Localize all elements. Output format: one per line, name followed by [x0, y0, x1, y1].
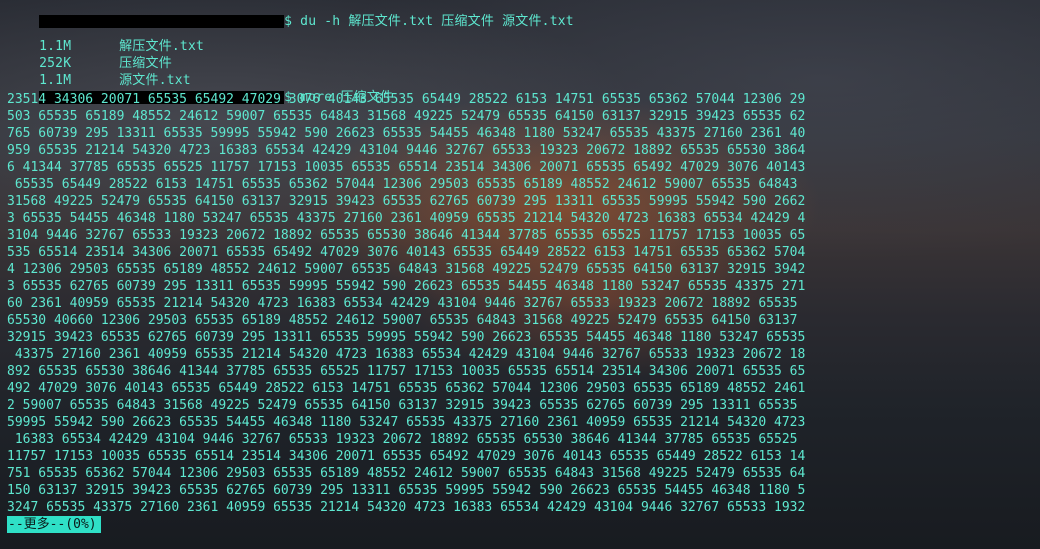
du-output-row: 1.1M 解压文件.txt [7, 21, 204, 54]
content-line: 60 2361 40959 65535 21214 54320 4723 163… [7, 296, 798, 311]
content-line: 31568 49225 52479 65535 64150 63137 3291… [7, 194, 806, 209]
content-line: 503 65535 65189 48552 24612 59007 65535 … [7, 109, 806, 124]
content-line: 6 41344 37785 65535 65525 11757 17153 10… [7, 160, 806, 175]
content-line: 16383 65534 42429 43104 9446 32767 65533… [7, 432, 798, 447]
content-line: 765 60739 295 13311 65535 59995 55942 59… [7, 126, 806, 141]
du-output-row: 252K 压缩文件 [7, 38, 172, 71]
pager-status-bar: --更多--(0%) [7, 516, 101, 533]
terminal-window[interactable]: $ du -h 解压文件.txt 压缩文件 源文件.txt 1.1M 解压文件.t… [0, 0, 1040, 549]
prompt-line-du: $ du -h 解压文件.txt 压缩文件 源文件.txt [7, 0, 574, 29]
content-line: 3247 65535 43375 27160 2361 40959 65535 … [7, 500, 806, 515]
content-line: 2 59007 65535 64843 31568 49225 52479 65… [7, 398, 798, 413]
du-output-row: 1.1M 源文件.txt [7, 55, 191, 88]
content-line: 535 65514 23514 34306 20071 65535 65492 … [7, 245, 806, 260]
content-line: 23514 34306 20071 65535 65492 47029 3076… [7, 92, 806, 107]
content-line: 959 65535 21214 54320 4723 16383 65534 4… [7, 143, 806, 158]
content-line: 59995 55942 590 26623 65535 54455 46348 … [7, 415, 806, 430]
content-line: 751 65535 65362 57044 12306 29503 65535 … [7, 466, 806, 481]
prompt-line-more: $ more 压缩文件 [7, 72, 393, 105]
content-line: 65530 40660 12306 29503 65535 65189 4855… [7, 313, 798, 328]
content-line: 892 65535 65530 38646 41344 37785 65535 … [7, 364, 806, 379]
content-line: 11757 17153 10035 65535 65514 23514 3430… [7, 449, 806, 464]
content-line: 4 12306 29503 65535 65189 48552 24612 59… [7, 262, 806, 277]
content-line: 43375 27160 2361 40959 65535 21214 54320… [7, 347, 806, 362]
file-content: 23514 34306 20071 65535 65492 47029 3076… [7, 91, 1033, 516]
content-line: 3 65535 54455 46348 1180 53247 65535 433… [7, 211, 806, 226]
content-line: 150 63137 32915 39423 65535 62765 60739 … [7, 483, 806, 498]
du-command-text: $ du -h 解压文件.txt 压缩文件 源文件.txt [284, 14, 574, 29]
content-line: 65535 65449 28522 6153 14751 65535 65362… [7, 177, 798, 192]
content-line: 3104 9446 32767 65533 19323 20672 18892 … [7, 228, 806, 243]
content-line: 32915 39423 65535 62765 60739 295 13311 … [7, 330, 806, 345]
content-line: 492 47029 3076 40143 65535 65449 28522 6… [7, 381, 806, 396]
content-line: 3 65535 62765 60739 295 13311 65535 5999… [7, 279, 806, 294]
